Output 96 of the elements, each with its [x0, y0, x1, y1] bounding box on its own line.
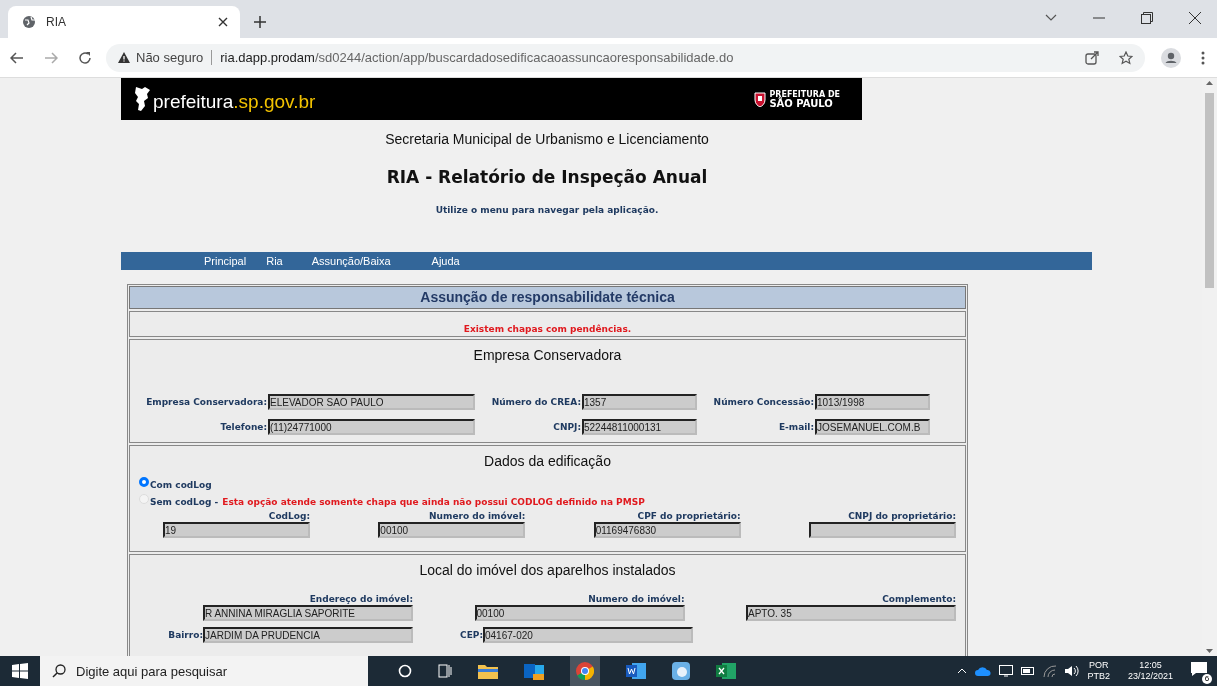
alert-message: Existem chapas com pendências. [129, 311, 966, 337]
profile-icon[interactable] [1161, 47, 1181, 68]
section-title: Dados da edificação [483, 452, 612, 470]
text-field[interactable] [809, 522, 956, 538]
text-field[interactable]: 00100 [474, 605, 685, 621]
form-title: Assunção de responsabilidate técnica [129, 286, 966, 309]
site-name: prefeitura.sp.gov.br [153, 92, 316, 112]
text-field[interactable]: ELEVADOR SAO PAULO [268, 394, 475, 410]
text-field[interactable]: 04167-020 [483, 627, 693, 643]
section-title: Local do imóvel dos aparelhos instalados [418, 561, 677, 579]
share-icon[interactable] [1085, 50, 1099, 65]
text-field[interactable]: 1357 [582, 394, 697, 410]
chevron-up-icon[interactable] [957, 668, 968, 674]
more-icon[interactable] [1201, 50, 1205, 65]
spreadsheet-app-icon[interactable] [716, 662, 736, 680]
warning-icon [118, 52, 130, 63]
tab-title: RIA [46, 15, 67, 29]
cloud-icon[interactable] [975, 666, 992, 676]
text-field[interactable]: 00100 [378, 522, 526, 538]
field-label: Bairro: [167, 630, 203, 640]
menu-link[interactable]: Principal [204, 255, 247, 267]
browser-tab[interactable]: RIA [8, 6, 240, 38]
option-label: Sem codLog - [150, 496, 219, 507]
url-text: ria.dapp.prodam/sd0244/action/app/buscardadosedificacaoassuncaoresponsabilidade.do [219, 50, 735, 65]
text-field[interactable]: 19 [163, 522, 310, 538]
field-label: CodLog: [268, 510, 310, 522]
notification-icon[interactable] [1191, 662, 1207, 676]
text-field[interactable]: 1013/1998 [815, 394, 930, 410]
clock-date: 23/12/2021 [1127, 671, 1173, 682]
option-note: Esta opção atende somente chapa que ainda não possui CODLOG definido na PMSP [222, 496, 645, 507]
notification-badge: 6 [1202, 674, 1212, 684]
field-label: CNPJ: [552, 422, 582, 432]
menu-link[interactable]: Assunção/Baixa [311, 255, 391, 267]
field-label: E-mail: [777, 422, 815, 432]
monitor-icon[interactable] [999, 665, 1014, 677]
text-field[interactable]: 01169476830 [593, 522, 741, 538]
task-view-icon[interactable] [438, 664, 452, 678]
field-label: Numero do imóvel: [588, 593, 685, 605]
scrollbar[interactable] [1202, 78, 1217, 656]
battery-icon[interactable] [1021, 667, 1036, 675]
radio-button[interactable] [139, 476, 149, 487]
document-app-icon[interactable] [626, 662, 646, 680]
language-indicator[interactable]: POR PTB2 [1087, 660, 1110, 682]
address-bar[interactable]: Não seguro ria.dapp.prodam/sd0244/action/app/buscardadosedificacaoassuncaoresponsabilidade.do [106, 43, 1145, 72]
restore-icon[interactable] [1141, 12, 1153, 24]
clock[interactable]: 12:05 23/12/2021 [1127, 660, 1173, 682]
text-field[interactable]: JARDIM DA PRUDENCIA [203, 627, 413, 643]
close-icon[interactable] [218, 17, 228, 27]
scrollbar-thumb[interactable] [1205, 93, 1214, 288]
text-field[interactable]: JOSEMANUEL.COM.B [815, 419, 930, 435]
option-label: Com codLog [150, 479, 212, 490]
text-field[interactable]: 52244811000131 [582, 419, 697, 435]
field-label: Numero do imóvel: [429, 510, 526, 522]
department-name: Secretaria Municipal de Urbanismo e Licenciamento [384, 130, 710, 148]
search-icon [52, 664, 66, 678]
field-label: Telefone: [219, 422, 268, 432]
plus-icon[interactable] [254, 16, 266, 28]
circle-icon[interactable] [398, 664, 412, 678]
wifi-icon[interactable] [1043, 665, 1058, 677]
close-icon[interactable] [1189, 12, 1201, 24]
field-label: Número do CREA: [490, 397, 582, 407]
hint-text: Utilize o menu para navegar pela aplicação. [434, 204, 660, 216]
back-arrow-icon[interactable] [10, 51, 24, 64]
folder-icon[interactable] [478, 663, 498, 679]
field-label: Empresa Conservadora: [145, 397, 268, 407]
star-icon[interactable] [1119, 50, 1133, 65]
coat-of-arms-icon [754, 91, 767, 107]
text-field[interactable]: APTO. 35 [746, 605, 956, 621]
speaker-icon[interactable] [1065, 665, 1080, 677]
down-arrow-icon[interactable] [1206, 649, 1213, 653]
text-field[interactable]: R ANNINA MIRAGLIA SAPORITE [203, 605, 413, 621]
security-label: Não seguro [136, 50, 213, 65]
map-silhouette-icon [133, 86, 151, 112]
browser-app-icon[interactable] [570, 656, 600, 686]
field-label: Endereço do imóvel: [309, 593, 413, 605]
section-title: Empresa Conservadora [472, 346, 623, 364]
mail-app-icon[interactable] [524, 662, 544, 680]
layout-text: PTB2 [1087, 671, 1110, 682]
app-icon[interactable] [672, 662, 690, 680]
reload-icon[interactable] [78, 50, 92, 65]
page-title: RIA - Relatório de Inspeção Anual [385, 166, 709, 188]
language-text: POR [1088, 660, 1109, 671]
field-label: Número Concessão: [712, 397, 815, 407]
menu-link[interactable]: Ria [266, 255, 283, 267]
globe-icon [22, 15, 36, 29]
menu-link[interactable]: Ajuda [431, 255, 460, 267]
up-arrow-icon[interactable] [1206, 81, 1213, 85]
chevron-down-icon[interactable] [1045, 14, 1057, 22]
field-label: CPF do proprietário: [637, 510, 741, 522]
windows-logo-icon[interactable] [12, 663, 28, 679]
field-label: Complemento: [882, 593, 956, 605]
field-label: CEP: [459, 630, 483, 640]
clock-time: 12:05 [1139, 660, 1162, 671]
text-field[interactable]: (11)24771000 [268, 419, 475, 435]
field-label: CNPJ do proprietário: [848, 510, 956, 522]
taskbar-search-field[interactable]: Digite aqui para pesquisar [40, 656, 368, 686]
